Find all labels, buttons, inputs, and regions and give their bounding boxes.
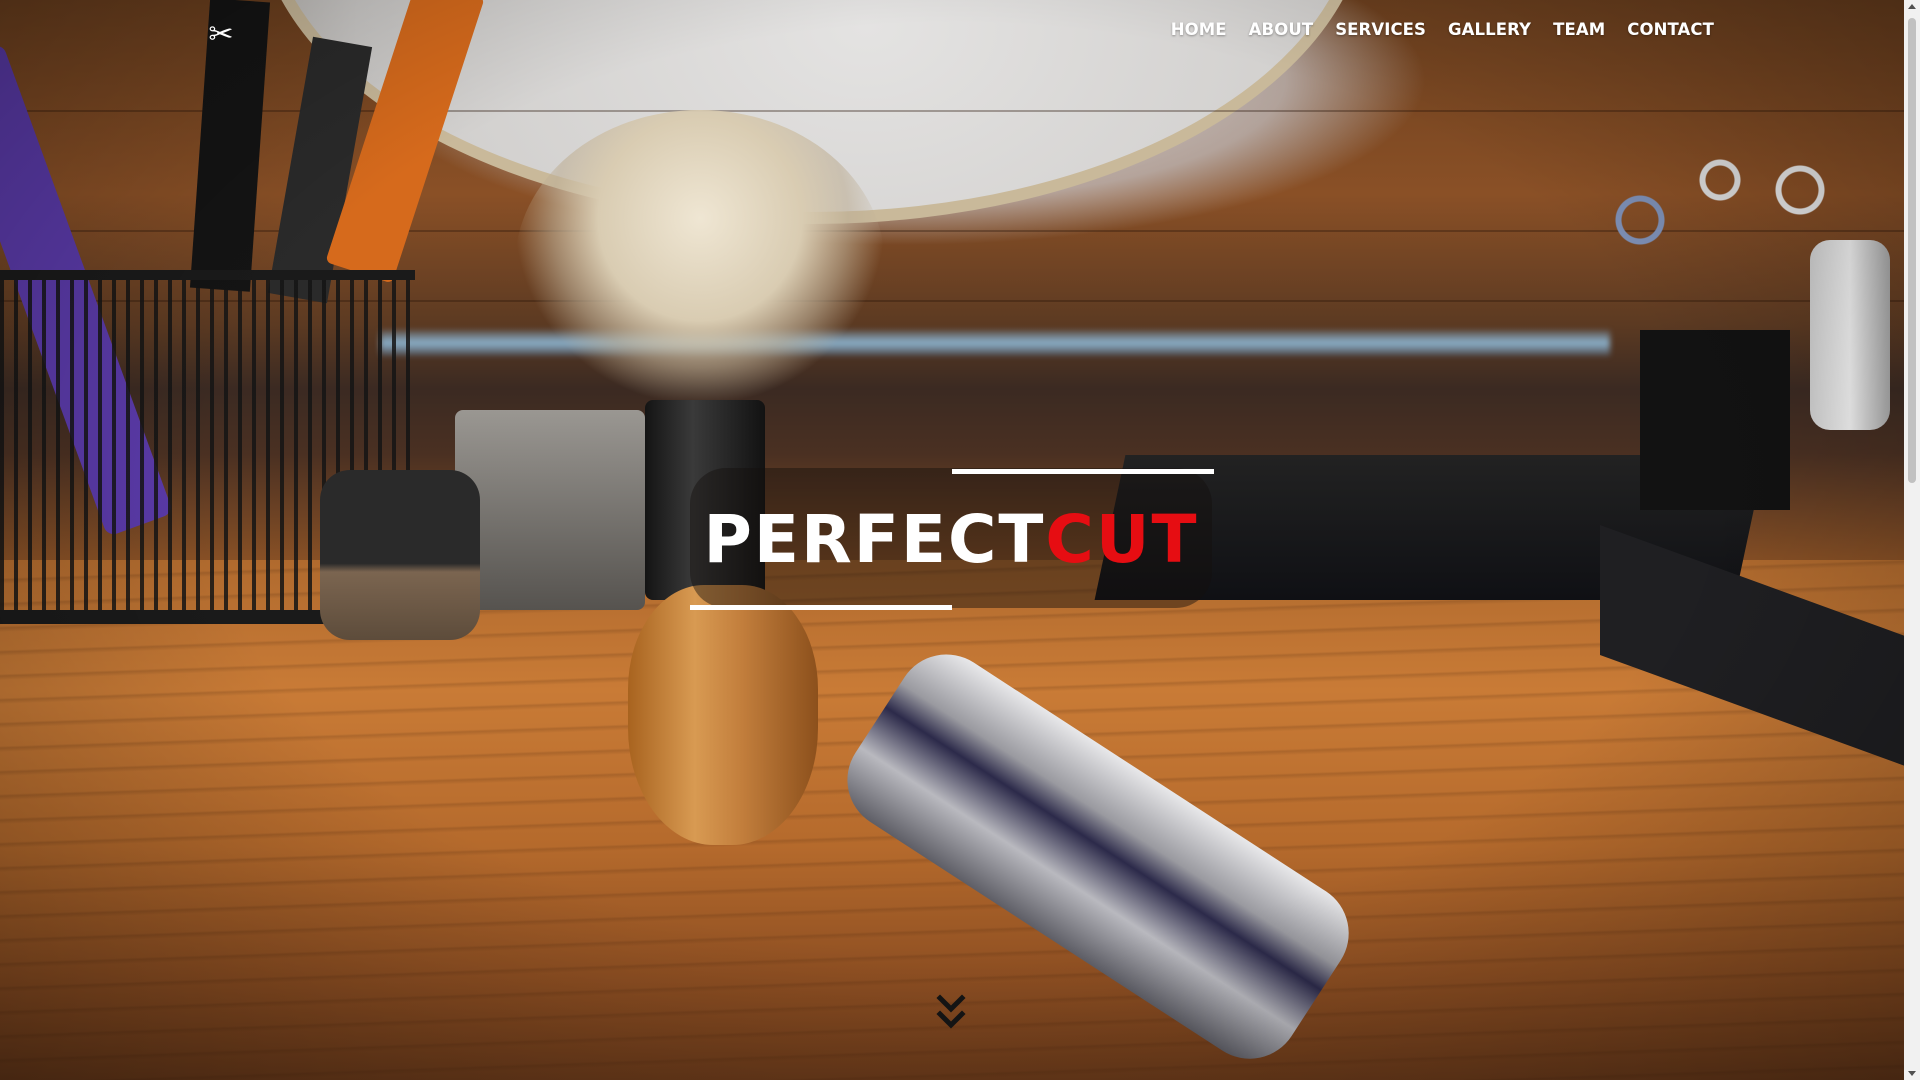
- hero-title-accent: CUT: [1045, 501, 1199, 578]
- hero-title-main: PERFECT: [703, 501, 1046, 578]
- nav-gallery[interactable]: GALLERY: [1448, 20, 1531, 39]
- scrollbar-thumb[interactable]: [1908, 18, 1916, 483]
- scroll-down-icon[interactable]: [1908, 1071, 1916, 1076]
- nav-about[interactable]: ABOUT: [1249, 20, 1314, 39]
- scroll-up-icon[interactable]: [1908, 4, 1916, 9]
- scissors-icon: ✂: [208, 18, 234, 51]
- page-scrollbar[interactable]: [1904, 0, 1920, 1080]
- title-top-line: [952, 469, 1214, 474]
- nav-team[interactable]: TEAM: [1553, 20, 1605, 39]
- nav-home[interactable]: HOME: [1171, 20, 1227, 39]
- hero-title: PERFECTCUT: [690, 500, 1212, 580]
- double-chevron-down-icon[interactable]: [936, 992, 966, 1036]
- logo-scissors-icon[interactable]: ✂: [204, 18, 238, 52]
- nav-services[interactable]: SERVICES: [1335, 20, 1426, 39]
- title-bottom-line: [690, 605, 952, 610]
- main-nav: HOME ABOUT SERVICES GALLERY TEAM CONTACT: [1171, 20, 1714, 39]
- nav-contact[interactable]: CONTACT: [1627, 20, 1714, 39]
